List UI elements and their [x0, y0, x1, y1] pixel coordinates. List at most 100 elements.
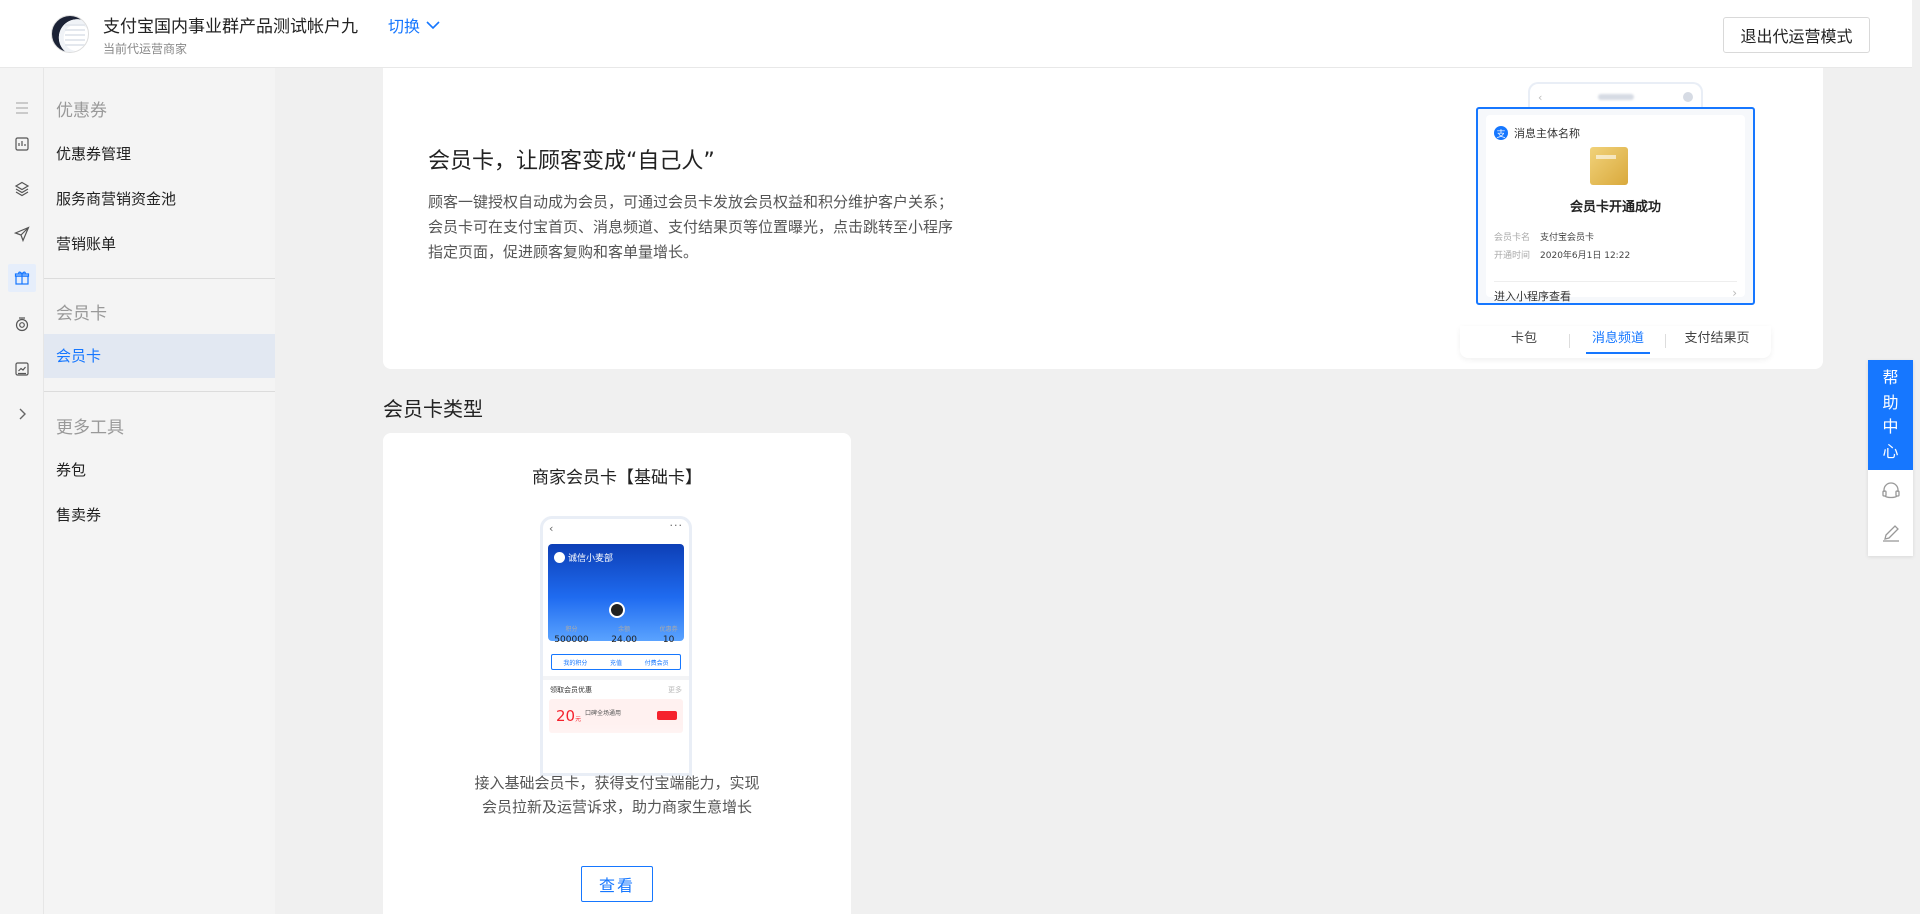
account-name: 支付宝国内事业群产品测试帐户九 [103, 17, 358, 37]
message-row: 会员卡名 支付宝会员卡 [1494, 230, 1594, 243]
tab-separator [1569, 334, 1570, 348]
target-icon[interactable] [8, 310, 36, 338]
phone-divider [543, 676, 689, 680]
sidebar-divider [44, 391, 275, 392]
chevron-down-icon [426, 15, 440, 34]
merchant-name-text: 诚信小麦部 [568, 554, 614, 564]
phone-section-header: 领取会员优惠 更多 [550, 685, 682, 695]
menu-icon[interactable] [8, 94, 36, 122]
sidebar-divider [44, 278, 275, 279]
chevron-right-icon[interactable] [8, 400, 36, 428]
blurred-title [1598, 94, 1634, 100]
phone-topbar: ‹ ··· [543, 519, 689, 541]
sidebar-group-member-card: 会员卡 [56, 304, 107, 324]
banner-desc-line: 顾客一键授权自动成为会员，可通过会员卡发放会员权益和积分维护客户关系； [428, 193, 954, 211]
switch-label: 切换 [388, 17, 421, 36]
cube-icon[interactable] [8, 175, 36, 203]
row-label: 会员卡名 [1494, 233, 1531, 243]
help-center-widget: 帮助中心 [1868, 360, 1913, 556]
avatar [609, 602, 625, 618]
more-icon: ··· [669, 519, 683, 532]
sidebar-item-sale-coupon[interactable]: 售卖券 [44, 493, 275, 537]
help-center-label: 帮助中心 [1882, 368, 1899, 461]
message-preview-inner: 支 消息主体名称 会员卡开通成功 会员卡名 支付宝会员卡 开通时间 2020年6月1… [1486, 115, 1745, 303]
sidebar-item-coupon-management[interactable]: 优惠券管理 [44, 132, 275, 176]
send-icon[interactable] [8, 220, 36, 248]
card-type-description: 接入基础会员卡，获得支付宝端能力，实现 会员拉新及运营诉求，助力商家生意增长 [383, 771, 851, 819]
stat-label: 积分 [565, 626, 578, 633]
top-header: 支付宝国内事业群产品测试帐户九 切换 当前代运营商家 退出代运营模式 [0, 0, 1912, 68]
alipay-icon: 支 [1494, 126, 1508, 140]
gift-icon[interactable] [8, 264, 36, 292]
more-icon [1683, 92, 1693, 102]
headset-icon[interactable] [1878, 478, 1904, 504]
switch-account-link[interactable]: 切换 [388, 13, 440, 37]
sidebar-item-coupon-pack[interactable]: 券包 [44, 448, 275, 492]
member-stats: 积分 500000 余额 24.00 优惠券 10 [543, 624, 689, 645]
banner-title: 会员卡，让顾客变成“自己人” [428, 149, 715, 174]
message-sender-name: 消息主体名称 [1514, 127, 1580, 140]
banner-desc-line: 会员卡可在支付宝首页、消息频道、支付结果页等位置曝光，点击跳转至小程序 [428, 218, 954, 236]
message-success-title: 会员卡开通成功 [1569, 200, 1661, 215]
stat-label: 余额 [618, 626, 631, 633]
coupon-claim-button [657, 711, 677, 720]
phone-section-more: 更多 [668, 686, 682, 694]
merchant-logo-icon [554, 552, 565, 563]
basic-card-type: 商家会员卡【基础卡】 ‹ ··· 诚信小麦部 积分 500000 余额 24.00 … [383, 433, 851, 914]
edit-icon[interactable] [1878, 520, 1904, 546]
phone-btn: 我的积分 [563, 659, 588, 667]
card-type-desc-line: 接入基础会员卡，获得支付宝端能力，实现 [474, 774, 760, 792]
message-row: 开通时间 2020年6月1日 12:22 [1494, 248, 1630, 261]
message-sender: 支 消息主体名称 [1494, 125, 1580, 141]
back-icon: ‹ [549, 522, 554, 535]
phone-btn: 付费会员 [644, 659, 669, 667]
message-preview-card: 支 消息主体名称 会员卡开通成功 会员卡名 支付宝会员卡 开通时间 2020年6月1… [1476, 107, 1755, 305]
sidebar: 优惠券 优惠券管理 服务商营销资金池 营销账单 会员卡 会员卡 更多工具 券包 … [44, 68, 275, 914]
merchant-avatar [51, 15, 89, 53]
stat-value: 24.00 [611, 635, 638, 645]
member-card-banner: 会员卡，让顾客变成“自己人” 顾客一键授权自动成为会员，可通过会员卡发放会员权益… [383, 68, 1823, 369]
view-button[interactable]: 查看 [581, 866, 653, 902]
tab-separator [1665, 334, 1666, 348]
stat-coupons: 优惠券 10 [660, 624, 678, 645]
row-value: 支付宝会员卡 [1540, 233, 1595, 243]
stat-value: 500000 [554, 635, 589, 645]
card-type-desc-line: 会员拉新及运营诉求，助力商家生意增长 [481, 798, 752, 816]
report-icon[interactable] [8, 130, 36, 158]
coupon-text: 口碑全场通用 [585, 710, 622, 717]
phone-mockup: ‹ ··· 诚信小麦部 积分 500000 余额 24.00 优惠券 10 我的积分 … [540, 516, 692, 776]
sidebar-group-coupon: 优惠券 [56, 101, 107, 121]
phone-section-title: 领取会员优惠 [550, 686, 592, 694]
tab-card-pack[interactable]: 卡包 [1494, 326, 1554, 358]
coupon-unit: 元 [575, 716, 582, 723]
back-icon: ‹ [1538, 91, 1543, 104]
stat-balance: 余额 24.00 [611, 624, 637, 645]
row-value: 2020年6月1日 12:22 [1540, 251, 1631, 261]
sidebar-item-marketing-fund-pool[interactable]: 服务商营销资金池 [44, 177, 275, 221]
link-label: 进入小程序查看 [1494, 290, 1571, 303]
exit-agency-mode-button[interactable]: 退出代运营模式 [1723, 17, 1870, 53]
sidebar-group-more-tools: 更多工具 [56, 418, 124, 438]
tab-payment-result[interactable]: 支付结果页 [1676, 326, 1758, 358]
chart-icon[interactable] [8, 355, 36, 383]
card-type-title: 商家会员卡【基础卡】 [532, 468, 702, 488]
member-card-image [1590, 147, 1628, 185]
phone-btn: 充值 [609, 659, 622, 667]
help-center-button[interactable]: 帮助中心 [1868, 360, 1913, 470]
sidebar-item-marketing-bill[interactable]: 营销账单 [44, 222, 275, 266]
section-title: 会员卡类型 [383, 397, 483, 421]
merchant-name: 诚信小麦部 [554, 551, 613, 564]
banner-description: 顾客一键授权自动成为会员，可通过会员卡发放会员权益和积分维护客户关系； 会员卡可… [428, 190, 988, 265]
phone-fade [543, 723, 689, 773]
message-mini-program-link: 进入小程序查看 › [1494, 281, 1737, 304]
sidebar-item-member-card[interactable]: 会员卡 [44, 334, 275, 378]
stat-points: 积分 500000 [554, 624, 588, 645]
stat-label: 优惠券 [659, 626, 678, 633]
tab-message-channel[interactable]: 消息频道 [1586, 326, 1650, 358]
preview-tabs: 卡包 消息频道 支付结果页 [1460, 326, 1771, 358]
stat-value: 10 [662, 635, 675, 645]
phone-action-buttons: 我的积分 充值 付费会员 [551, 654, 681, 670]
chevron-right-icon: › [1732, 286, 1737, 300]
icon-rail [0, 68, 44, 914]
banner-desc-line: 指定页面，促进顾客复购和客单量增长。 [428, 243, 699, 261]
